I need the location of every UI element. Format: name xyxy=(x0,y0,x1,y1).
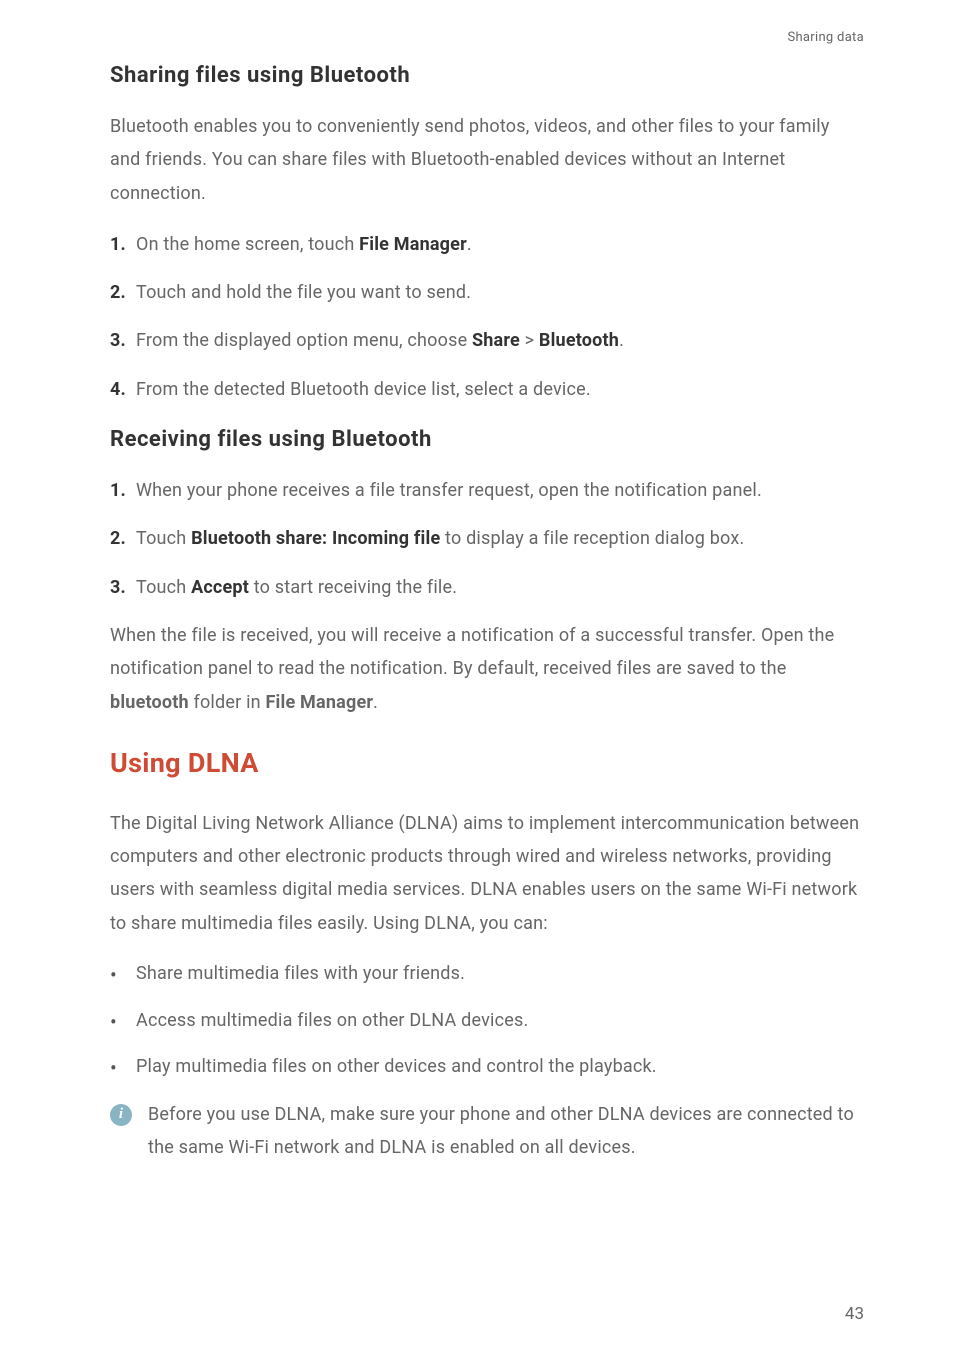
step-item: 2. Touch Bluetooth share: Incoming file … xyxy=(110,522,864,555)
step-number: 3. xyxy=(110,571,136,604)
bullet-icon: • xyxy=(110,1012,136,1032)
step-text: From the displayed option menu, choose S… xyxy=(136,324,864,357)
step-item: 1. When your phone receives a file trans… xyxy=(110,474,864,507)
step-item: 3. From the displayed option menu, choos… xyxy=(110,324,864,357)
section3-intro: The Digital Living Network Alliance (DLN… xyxy=(110,807,864,940)
bullet-item: • Play multimedia files on other devices… xyxy=(110,1051,864,1083)
step-number: 1. xyxy=(110,474,136,507)
step-text: When your phone receives a file transfer… xyxy=(136,474,864,507)
step-item: 1. On the home screen, touch File Manage… xyxy=(110,228,864,261)
page-number: 43 xyxy=(845,1304,864,1324)
step-item: 3. Touch Accept to start receiving the f… xyxy=(110,571,864,604)
section2-outro: When the file is received, you will rece… xyxy=(110,619,864,719)
bullet-icon: • xyxy=(110,965,136,985)
step-text: Touch Accept to start receiving the file… xyxy=(136,571,864,604)
bullet-item: • Share multimedia files with your frien… xyxy=(110,958,864,990)
page-content: Sharing data Sharing files using Bluetoo… xyxy=(0,0,954,1164)
bullet-icon: • xyxy=(110,1058,136,1078)
step-item: 4. From the detected Bluetooth device li… xyxy=(110,373,864,406)
bullet-text: Share multimedia files with your friends… xyxy=(136,958,465,990)
section1-intro: Bluetooth enables you to conveniently se… xyxy=(110,110,864,210)
info-icon: i xyxy=(110,1104,132,1126)
step-text: From the detected Bluetooth device list,… xyxy=(136,373,864,406)
running-header: Sharing data xyxy=(110,30,864,45)
step-number: 4. xyxy=(110,373,136,406)
step-number: 1. xyxy=(110,228,136,261)
step-number: 3. xyxy=(110,324,136,357)
info-text: Before you use DLNA, make sure your phon… xyxy=(148,1098,864,1165)
step-number: 2. xyxy=(110,522,136,555)
info-callout: i Before you use DLNA, make sure your ph… xyxy=(110,1098,864,1165)
bullet-text: Play multimedia files on other devices a… xyxy=(136,1051,657,1083)
section-heading-receiving: Receiving files using Bluetooth xyxy=(110,427,864,452)
section-heading-sharing: Sharing files using Bluetooth xyxy=(110,63,864,88)
step-item: 2. Touch and hold the file you want to s… xyxy=(110,276,864,309)
bullet-item: • Access multimedia files on other DLNA … xyxy=(110,1005,864,1037)
step-text: Touch Bluetooth share: Incoming file to … xyxy=(136,522,864,555)
step-text: Touch and hold the file you want to send… xyxy=(136,276,864,309)
bullet-text: Access multimedia files on other DLNA de… xyxy=(136,1005,528,1037)
step-number: 2. xyxy=(110,276,136,309)
section-heading-dlna: Using DLNA xyxy=(110,747,864,779)
step-text: On the home screen, touch File Manager. xyxy=(136,228,864,261)
